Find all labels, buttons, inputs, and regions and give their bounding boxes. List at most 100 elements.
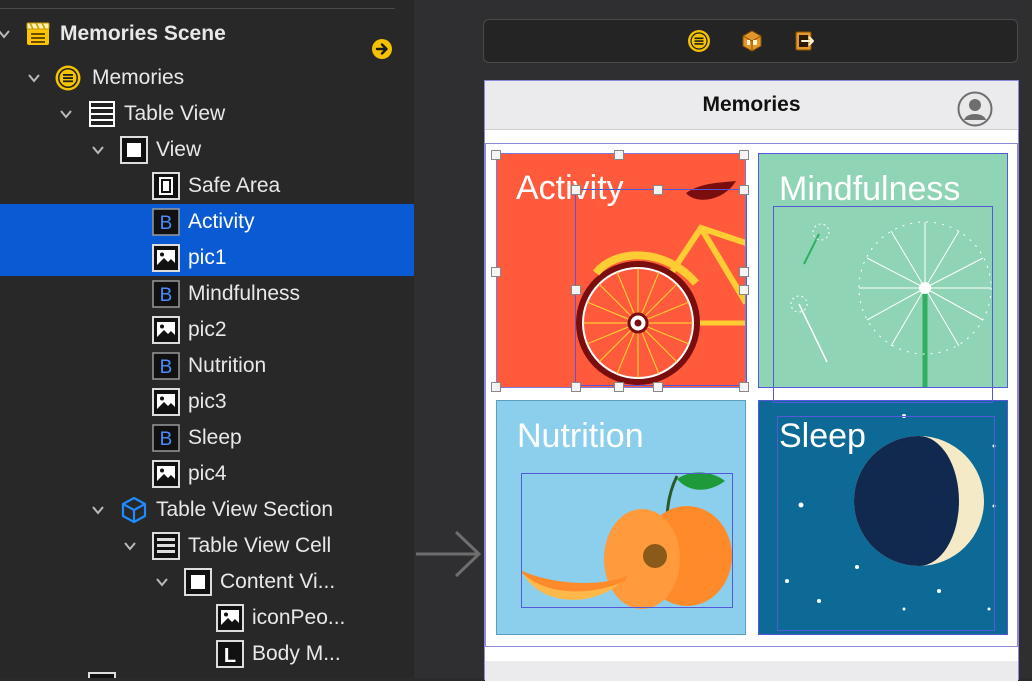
- divider: [0, 8, 395, 9]
- resize-handle[interactable]: [571, 382, 581, 392]
- outline-row-body-label[interactable]: L Body M...: [0, 636, 414, 672]
- resize-handle[interactable]: [491, 267, 501, 277]
- outline-row-mindfulness[interactable]: B Mindfulness: [0, 276, 414, 312]
- exit-icon[interactable]: [793, 29, 817, 53]
- outline-row-table-view-cell[interactable]: Table View Cell: [0, 528, 414, 564]
- first-responder-icon[interactable]: [740, 29, 764, 53]
- outline-row-label: Content Vi...: [220, 570, 336, 593]
- pic2-frame[interactable]: [773, 206, 993, 403]
- resize-handle[interactable]: [571, 285, 581, 295]
- outline-row-label: Table View Cell: [188, 534, 332, 557]
- view-controller-scene[interactable]: Memories Activity Mindfulness Nutrition …: [484, 80, 1019, 681]
- outline-row-table-view[interactable]: Table View: [0, 96, 414, 132]
- resize-handle[interactable]: [491, 382, 501, 392]
- button-glyph: B: [160, 357, 173, 378]
- activity-selection-outline: [496, 153, 746, 388]
- outline-row-pic2[interactable]: pic2: [0, 312, 414, 348]
- outline-row-label: Memories: [92, 66, 185, 89]
- outline-row-label: pic2: [188, 318, 227, 341]
- page-title: Memories: [702, 93, 801, 116]
- resize-handle[interactable]: [739, 185, 749, 195]
- resize-handle[interactable]: [739, 150, 749, 160]
- resize-handle[interactable]: [614, 382, 624, 392]
- chevron-down-icon[interactable]: [0, 26, 12, 42]
- view-controller-icon[interactable]: [687, 29, 711, 53]
- resize-handle[interactable]: [739, 267, 749, 277]
- outline-row-table-view-section[interactable]: Table View Section: [0, 492, 414, 528]
- image-icon: [152, 316, 180, 344]
- mindfulness-title: Mindfulness: [779, 170, 961, 208]
- resize-handle[interactable]: [739, 382, 749, 392]
- resize-handle[interactable]: [653, 382, 663, 392]
- table-view-icon: [88, 100, 116, 128]
- scene-icon: [24, 20, 52, 48]
- outline-row-sleep[interactable]: B Sleep: [0, 420, 414, 456]
- resize-handle[interactable]: [614, 150, 624, 160]
- resize-handle[interactable]: [491, 150, 501, 160]
- outline-row-pic4[interactable]: pic4: [0, 456, 414, 492]
- image-icon: [152, 244, 180, 272]
- entry-point-arrow-icon[interactable]: [416, 528, 482, 580]
- button-glyph: B: [160, 285, 173, 306]
- outline-row-icon-people[interactable]: iconPeo...: [0, 600, 414, 636]
- outline-row-partial[interactable]: [88, 672, 116, 678]
- outline-row-view[interactable]: View: [0, 132, 414, 168]
- outline-row-label: Activity: [188, 210, 255, 233]
- image-icon: [152, 388, 180, 416]
- outline-row-memories-scene[interactable]: Memories Scene: [0, 16, 414, 59]
- outline-row-pic3[interactable]: pic3: [0, 384, 414, 420]
- view-icon: [184, 568, 212, 596]
- button-glyph: B: [160, 213, 173, 234]
- button-icon: B: [152, 280, 180, 308]
- outline-row-safe-area[interactable]: Safe Area: [0, 168, 414, 204]
- outline-row-label: Mindfulness: [188, 282, 301, 305]
- pic4-frame[interactable]: [777, 416, 995, 631]
- outline-row-label: Safe Area: [188, 174, 281, 197]
- image-icon: [152, 460, 180, 488]
- outline-row-label: pic1: [188, 246, 227, 269]
- pic3-frame[interactable]: [521, 473, 733, 608]
- outline-row-label: iconPeo...: [252, 606, 346, 629]
- label-icon: L: [216, 640, 244, 668]
- chevron-down-icon[interactable]: [90, 142, 106, 158]
- outline-row-label: Memories Scene: [60, 22, 226, 45]
- resize-handle[interactable]: [653, 185, 663, 195]
- view-controller-icon: [54, 64, 82, 92]
- scene-dock: [483, 19, 1018, 63]
- navigation-bar: Memories: [485, 81, 1018, 130]
- outline-row-label: View: [156, 138, 202, 161]
- document-outline: Memories Scene Memories Table View View: [0, 0, 414, 678]
- chevron-down-icon[interactable]: [26, 70, 42, 86]
- resize-handle[interactable]: [571, 185, 581, 195]
- outline-row-label: pic4: [188, 462, 227, 485]
- go-to-arrow-icon[interactable]: [371, 38, 393, 60]
- button-icon: B: [152, 208, 180, 236]
- outline-row-nutrition[interactable]: B Nutrition: [0, 348, 414, 384]
- chevron-down-icon[interactable]: [122, 538, 138, 554]
- cube-icon: [120, 496, 148, 524]
- button-icon: B: [152, 352, 180, 380]
- outline-row-content-view[interactable]: Content Vi...: [0, 564, 414, 600]
- profile-avatar-icon[interactable]: [957, 91, 993, 127]
- view-icon: [120, 136, 148, 164]
- safe-area-icon: [152, 172, 180, 200]
- label-glyph: L: [224, 645, 236, 667]
- resize-handle[interactable]: [739, 285, 749, 295]
- outline-row-label: Body M...: [252, 642, 341, 665]
- button-icon: B: [152, 424, 180, 452]
- outline-row-label: pic3: [188, 390, 227, 413]
- chevron-down-icon[interactable]: [90, 502, 106, 518]
- nutrition-title: Nutrition: [517, 417, 644, 455]
- image-icon: [216, 604, 244, 632]
- outline-row-activity[interactable]: B Activity: [0, 204, 414, 240]
- chevron-down-icon[interactable]: [58, 106, 74, 122]
- table-view-cell-icon: [152, 532, 180, 560]
- outline-row-pic1[interactable]: pic1: [0, 240, 414, 276]
- outline-row-label: Nutrition: [188, 354, 267, 377]
- outline-row-label: Sleep: [188, 426, 242, 449]
- chevron-down-icon[interactable]: [154, 574, 170, 590]
- outline-row-memories[interactable]: Memories: [0, 60, 414, 96]
- outline-row-label: Table View Section: [156, 498, 334, 521]
- storyboard-canvas[interactable]: Memories Activity Mindfulness Nutrition …: [414, 0, 1032, 681]
- outline-row-label: Table View: [124, 102, 226, 125]
